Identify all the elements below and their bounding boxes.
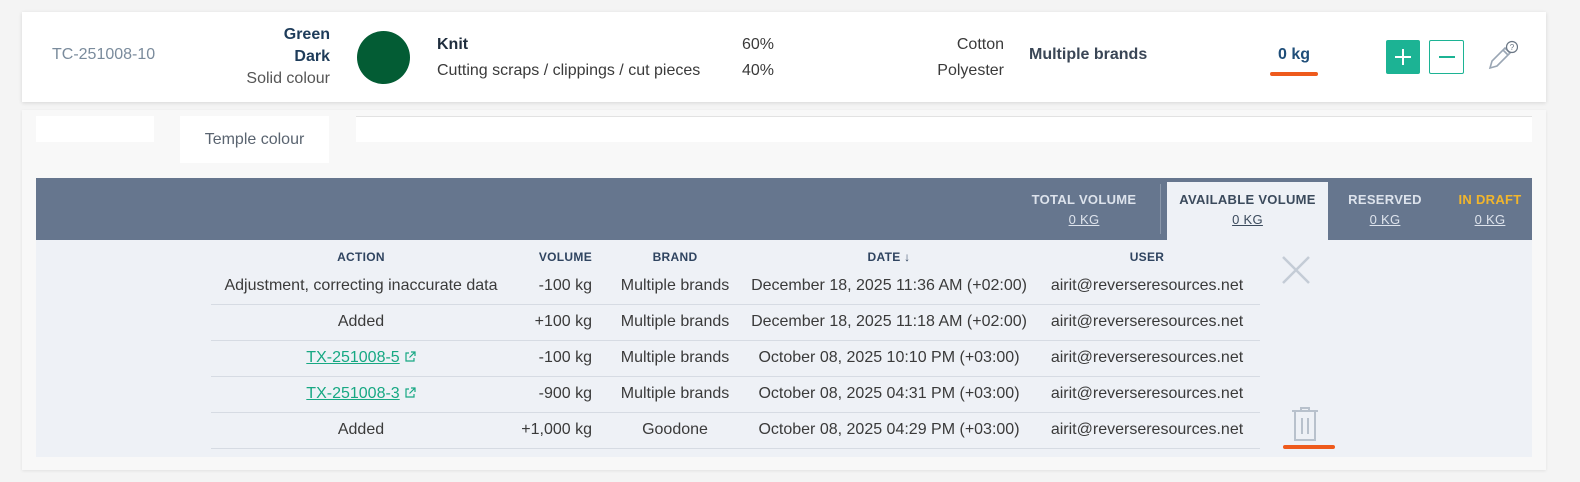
table-header-row: ACTION VOLUME BRAND DATE ↓ USER bbox=[211, 246, 1260, 268]
percent-1: 60% bbox=[742, 36, 775, 53]
plus-icon bbox=[1395, 49, 1411, 65]
composition-percentages: 60% 40% bbox=[742, 32, 774, 84]
column-header-volume: VOLUME bbox=[538, 250, 592, 264]
reserved-tab[interactable]: RESERVED 0 KG bbox=[1342, 178, 1428, 240]
column-header-date[interactable]: DATE ↓ bbox=[744, 246, 1034, 268]
table-row: Added +1,000 kg Goodone October 08, 2025… bbox=[211, 412, 1260, 449]
trash-highlight bbox=[1283, 445, 1335, 449]
trash-icon[interactable] bbox=[1290, 406, 1320, 442]
item-code: TC-251008-10 bbox=[52, 46, 156, 63]
reserved-label: RESERVED bbox=[1348, 192, 1422, 207]
cell-user: airit@reverseresources.net bbox=[1034, 376, 1260, 413]
column-header-user: USER bbox=[1129, 250, 1165, 264]
transaction-link[interactable]: TX-251008-3 bbox=[306, 385, 399, 402]
total-volume-value[interactable]: 0 KG bbox=[1024, 212, 1144, 227]
table-row: Added +100 kg Multiple brands December 1… bbox=[211, 304, 1260, 341]
edit-button[interactable]: ? bbox=[1486, 40, 1519, 72]
reserved-value[interactable]: 0 KG bbox=[1342, 212, 1428, 227]
cell-action: Added bbox=[211, 304, 511, 341]
cell-brand: Goodone bbox=[606, 412, 744, 449]
cell-user: airit@reverseresources.net bbox=[1034, 340, 1260, 377]
weight-highlight bbox=[1270, 72, 1318, 76]
color-type: Solid colour bbox=[246, 70, 330, 87]
cell-date: October 08, 2025 04:31 PM (+03:00) bbox=[744, 376, 1034, 413]
cell-action: Adjustment, correcting inaccurate data bbox=[211, 268, 511, 305]
available-volume-tab[interactable]: AVAILABLE VOLUME 0 KG bbox=[1167, 182, 1328, 240]
cell-brand: Multiple brands bbox=[606, 340, 744, 377]
tab-placeholder-left bbox=[36, 116, 154, 142]
material-type: Knit bbox=[437, 36, 469, 53]
help-icon: ? bbox=[1510, 43, 1515, 52]
external-link-icon[interactable] bbox=[404, 351, 416, 363]
external-link-icon[interactable] bbox=[404, 387, 416, 399]
cell-date: October 08, 2025 10:10 PM (+03:00) bbox=[744, 340, 1034, 377]
volume-header: TOTAL VOLUME 0 KG AVAILABLE VOLUME 0 KG … bbox=[36, 178, 1532, 240]
column-header-brand: BRAND bbox=[652, 250, 698, 264]
cell-volume: -100 kg bbox=[511, 340, 606, 377]
percent-2: 40% bbox=[742, 62, 775, 79]
remove-volume-button[interactable] bbox=[1429, 40, 1464, 74]
cell-user: airit@reverseresources.net bbox=[1034, 304, 1260, 341]
cell-user: airit@reverseresources.net bbox=[1034, 412, 1260, 449]
cell-brand: Multiple brands bbox=[606, 304, 744, 341]
item-card: TC-251008-10 Green Dark Solid colour Kni… bbox=[22, 12, 1546, 102]
material-subtype: Cutting scraps / clippings / cut pieces bbox=[437, 62, 701, 79]
available-volume-value[interactable]: 0 KG bbox=[1167, 212, 1328, 227]
color-shade: Dark bbox=[294, 48, 330, 65]
close-icon[interactable] bbox=[1279, 253, 1313, 287]
fiber-1: Cotton bbox=[956, 36, 1004, 53]
composition-fibers: Cotton Polyester bbox=[937, 32, 1004, 84]
color-name: Green bbox=[283, 26, 330, 43]
cell-volume: +100 kg bbox=[511, 304, 606, 341]
cell-date: December 18, 2025 11:36 AM (+02:00) bbox=[744, 268, 1034, 305]
transaction-link[interactable]: TX-251008-5 bbox=[306, 349, 399, 366]
table-row: TX-251008-5 -100 kg Multiple brands Octo… bbox=[211, 340, 1260, 377]
cell-brand: Multiple brands bbox=[606, 376, 744, 413]
cell-action: TX-251008-3 bbox=[211, 376, 511, 413]
cell-date: December 18, 2025 11:18 AM (+02:00) bbox=[744, 304, 1034, 341]
color-description: Green Dark Solid colour bbox=[246, 24, 330, 90]
in-draft-label: IN DRAFT bbox=[1458, 192, 1522, 207]
cell-volume: -900 kg bbox=[511, 376, 606, 413]
cell-brand: Multiple brands bbox=[606, 268, 744, 305]
pencil-icon: ? bbox=[1488, 40, 1519, 70]
total-volume-tab[interactable]: TOTAL VOLUME 0 KG bbox=[1024, 178, 1144, 240]
material-info: Knit Cutting scraps / clippings / cut pi… bbox=[437, 32, 700, 84]
cell-user: airit@reverseresources.net bbox=[1034, 268, 1260, 305]
volume-history-table: ACTION VOLUME BRAND DATE ↓ USER Adjustme… bbox=[211, 246, 1260, 449]
add-volume-button[interactable] bbox=[1386, 40, 1420, 74]
details-section: Temple colour TOTAL VOLUME 0 KG AVAILABL… bbox=[22, 110, 1546, 470]
volume-panel: TOTAL VOLUME 0 KG AVAILABLE VOLUME 0 KG … bbox=[36, 178, 1532, 457]
header-divider bbox=[1160, 184, 1161, 234]
minus-icon bbox=[1438, 56, 1455, 58]
table-row: TX-251008-3 -900 kg Multiple brands Octo… bbox=[211, 376, 1260, 413]
tab-temple-colour[interactable]: Temple colour bbox=[180, 116, 329, 163]
cell-action: Added bbox=[211, 412, 511, 449]
available-volume-label: AVAILABLE VOLUME bbox=[1179, 192, 1316, 207]
tab-placeholder-right bbox=[356, 116, 1532, 142]
in-draft-tab[interactable]: IN DRAFT 0 KG bbox=[1448, 178, 1532, 240]
cell-date: October 08, 2025 04:29 PM (+03:00) bbox=[744, 412, 1034, 449]
item-weight: 0 kg bbox=[1278, 46, 1311, 63]
fiber-2: Polyester bbox=[937, 62, 1004, 79]
column-header-action: ACTION bbox=[337, 250, 385, 264]
cell-volume: +1,000 kg bbox=[511, 412, 606, 449]
total-volume-label: TOTAL VOLUME bbox=[1031, 192, 1137, 207]
in-draft-value[interactable]: 0 KG bbox=[1448, 212, 1532, 227]
cell-action: TX-251008-5 bbox=[211, 340, 511, 377]
item-brand: Multiple brands bbox=[1029, 46, 1148, 63]
color-swatch bbox=[357, 31, 410, 84]
table-row: Adjustment, correcting inaccurate data -… bbox=[211, 268, 1260, 305]
cell-volume: -100 kg bbox=[511, 268, 606, 305]
